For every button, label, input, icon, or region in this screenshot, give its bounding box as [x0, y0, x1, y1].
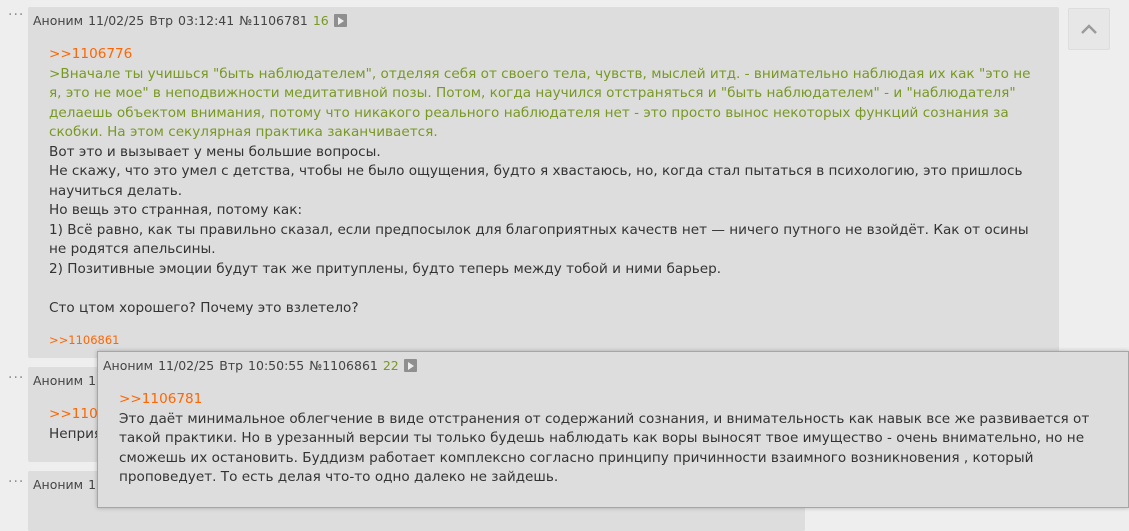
- post-weekday: Втр: [219, 358, 244, 373]
- play-icon[interactable]: [333, 14, 347, 27]
- reply-reflink[interactable]: >>1106776: [49, 46, 132, 62]
- post-time: 10:50:55: [248, 358, 305, 373]
- play-icon[interactable]: [403, 359, 417, 372]
- post-replies-count: 22: [382, 358, 399, 373]
- scroll-top-button[interactable]: [1068, 8, 1110, 50]
- post-text-line: Вот это и вызывает у мены большие вопрос…: [49, 143, 381, 160]
- post-body: >>1106776 >Вначале ты учишься "быть набл…: [49, 45, 1047, 318]
- post-menu-dots[interactable]: ···: [8, 8, 24, 22]
- post-menu-dots[interactable]: ···: [8, 475, 24, 489]
- post-number[interactable]: №1106861: [309, 358, 378, 373]
- post-text-line: 1) Всё равно, как ты правильно сказал, е…: [49, 221, 1029, 258]
- reply-reflink[interactable]: >>1106781: [119, 391, 202, 407]
- backlink[interactable]: >>1106861: [49, 333, 120, 347]
- greentext-quote: >Вначале ты учишься "быть наблюдателем",…: [49, 65, 1031, 141]
- post-text-line: Сто цтом хорошего? Почему это взлетело?: [49, 299, 359, 316]
- post-number[interactable]: №1106781: [239, 13, 308, 28]
- post-1106781: Аноним 11/02/25 Втр 03:12:41 №1106781 16…: [28, 7, 1059, 358]
- post-text-line: 2) Позитивные эмоции будут так же притуп…: [49, 260, 722, 277]
- chevron-up-icon: [1081, 24, 1097, 34]
- post-body: >>1106781 Это даёт минимальное облегчени…: [119, 390, 1110, 488]
- post-weekday: Втр: [149, 13, 174, 28]
- post-text: Это даёт минимальное облегчение в виде о…: [119, 410, 1090, 486]
- post-text-line: Но вещь это странная, потому как:: [49, 202, 303, 218]
- post-time: 03:12:41: [178, 13, 235, 28]
- post-author: Аноним: [33, 477, 84, 492]
- post-date: 11/02/25: [158, 358, 215, 373]
- post-author: Аноним: [33, 373, 84, 388]
- post-replies-count: 16: [312, 13, 329, 28]
- post-text-line: Не скажу, что это умел с детства, чтобы …: [49, 163, 1023, 199]
- post-preview-popup: Аноним 11/02/25 Втр 10:50:55 №1106861 22…: [97, 351, 1129, 508]
- post-header: Аноним 11/02/25 Втр 10:50:55 №1106861 22: [103, 358, 417, 373]
- post-header: Аноним 11/02/25 Втр 03:12:41 №1106781 16: [33, 13, 347, 28]
- post-author: Аноним: [33, 13, 84, 28]
- post-menu-dots[interactable]: ···: [8, 371, 24, 385]
- post-author: Аноним: [103, 358, 154, 373]
- post-date: 11/02/25: [88, 13, 145, 28]
- post-header: Аноним 11: [33, 477, 104, 492]
- post-header: Аноним 11: [33, 373, 104, 388]
